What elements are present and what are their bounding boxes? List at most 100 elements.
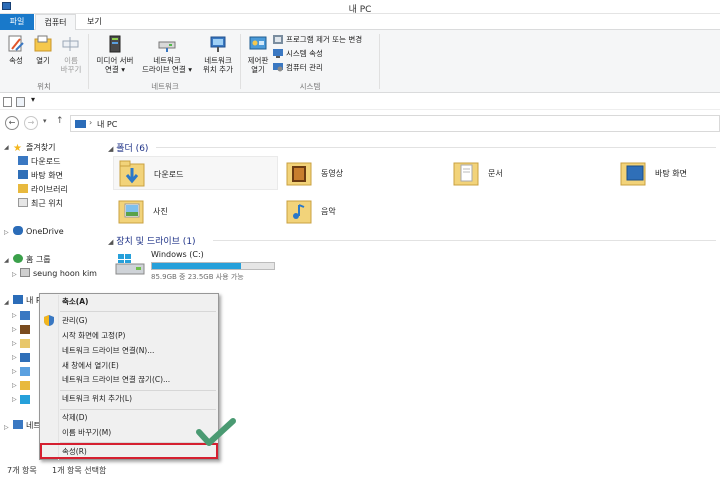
drive-usage-fill bbox=[152, 263, 242, 269]
star-icon: ★ bbox=[13, 143, 22, 154]
menu-separator bbox=[60, 390, 216, 391]
recent-locations-chevron-icon[interactable]: ▾ bbox=[43, 117, 47, 125]
collapse-arrow-icon[interactable]: ◢ bbox=[108, 145, 113, 153]
folder-item-music[interactable]: 음악 bbox=[281, 194, 441, 228]
rename-button[interactable]: 이름 바꾸기 bbox=[58, 34, 84, 74]
status-selected-count: 1개 항목 선택함 bbox=[52, 466, 107, 475]
nav-item-recent[interactable]: 최근 위치 bbox=[18, 197, 63, 210]
up-arrow-icon[interactable]: ↑ bbox=[56, 116, 64, 126]
computer-management-button[interactable]: 컴퓨터 관리 bbox=[273, 62, 323, 73]
documents-folder-icon bbox=[453, 157, 479, 187]
menu-item-delete[interactable]: 삭제(D) bbox=[62, 412, 87, 424]
media-server-button[interactable]: 미디어 서버 연결 ▾ bbox=[92, 34, 138, 74]
properties-icon bbox=[6, 34, 26, 54]
section-header-drives[interactable]: ◢ 장치 및 드라이브 (1) bbox=[108, 234, 718, 247]
expand-arrow-icon[interactable]: ▷ bbox=[12, 354, 17, 361]
windows-drive-icon[interactable] bbox=[20, 395, 30, 404]
expand-arrow-icon[interactable]: ▷ bbox=[4, 424, 9, 431]
user-avatar-icon bbox=[20, 268, 30, 277]
menu-item-open-new-window[interactable]: 새 창에서 열기(E) bbox=[62, 360, 119, 372]
expand-arrow-icon[interactable]: ◢ bbox=[4, 257, 9, 264]
menu-item-add-network-location[interactable]: 네트워크 위치 추가(L) bbox=[62, 393, 132, 405]
documents-icon[interactable] bbox=[20, 339, 30, 348]
map-network-drive-button[interactable]: 네트워크 드라이브 연결 ▾ bbox=[140, 34, 194, 74]
expand-arrow-icon[interactable]: ▷ bbox=[12, 340, 17, 347]
network-drive-icon bbox=[157, 34, 177, 54]
nav-item-desktop[interactable]: 바탕 화면 bbox=[18, 169, 63, 182]
section-divider bbox=[213, 240, 716, 241]
computer-icon bbox=[75, 120, 86, 128]
rename-icon bbox=[61, 34, 81, 54]
recent-places-icon bbox=[18, 198, 28, 207]
drive-item-windows-c[interactable]: Windows (C:) 85.9GB 중 23.5GB 사용 가능 bbox=[112, 248, 282, 282]
menu-item-collapse[interactable]: 축소(A) bbox=[62, 296, 88, 308]
media-server-icon bbox=[105, 34, 125, 54]
forward-arrow-icon[interactable]: → bbox=[24, 116, 38, 130]
downloads-icon bbox=[18, 156, 28, 165]
collapse-arrow-icon[interactable]: ◢ bbox=[108, 238, 113, 246]
nav-item-user[interactable]: seung hoon kim bbox=[20, 267, 97, 280]
tab-computer[interactable]: 컴퓨터 bbox=[35, 14, 76, 31]
new-folder-quick-icon[interactable] bbox=[16, 97, 25, 107]
expand-arrow-icon[interactable]: ▷ bbox=[12, 396, 17, 403]
desktop-icon[interactable] bbox=[20, 353, 30, 362]
videos-icon[interactable] bbox=[20, 325, 30, 334]
control-panel-button[interactable]: 제어판 열기 bbox=[243, 34, 273, 74]
menu-item-map-network-drive[interactable]: 네트워크 드라이브 연결(N)... bbox=[62, 345, 154, 357]
drive-space-info: 85.9GB 중 23.5GB 사용 가능 bbox=[151, 273, 244, 281]
computer-icon bbox=[13, 295, 23, 304]
computer-management-icon bbox=[273, 63, 283, 72]
drive-name: Windows (C:) bbox=[151, 250, 204, 259]
pictures-icon[interactable] bbox=[20, 367, 30, 376]
nav-item-downloads[interactable]: 다운로드 bbox=[18, 155, 60, 168]
pictures-folder-icon bbox=[118, 195, 144, 225]
expand-arrow-icon[interactable]: ▷ bbox=[12, 368, 17, 375]
onedrive-cloud-icon bbox=[13, 226, 23, 235]
tab-file[interactable]: 파일 bbox=[0, 14, 34, 30]
nav-item-network[interactable]: 네트 bbox=[13, 419, 41, 432]
back-arrow-icon[interactable]: ← bbox=[5, 116, 19, 130]
windows-drive-icon bbox=[114, 252, 146, 280]
open-button[interactable]: 열기 bbox=[32, 34, 54, 65]
folder-item-videos[interactable]: 동영상 bbox=[281, 156, 441, 190]
ribbon-tabs: 파일 컴퓨터 보기 bbox=[0, 14, 720, 31]
shield-icon bbox=[44, 315, 54, 328]
expand-arrow-icon[interactable]: ◢ bbox=[4, 144, 9, 151]
downloads-icon[interactable] bbox=[20, 311, 30, 320]
menu-item-disconnect-network-drive[interactable]: 네트워크 드라이브 연결 끊기(C)... bbox=[62, 374, 170, 386]
highlight-box bbox=[40, 443, 218, 459]
tab-view[interactable]: 보기 bbox=[80, 14, 109, 30]
properties-button[interactable]: 속성 bbox=[5, 34, 27, 65]
desktop-folder-icon bbox=[620, 157, 646, 187]
expand-arrow-icon[interactable]: ▷ bbox=[12, 382, 17, 389]
expand-arrow-icon[interactable]: ▷ bbox=[12, 312, 17, 319]
add-network-location-button[interactable]: 네트워크 위치 추가 bbox=[198, 34, 238, 74]
expand-arrow-icon[interactable]: ▷ bbox=[12, 271, 17, 278]
nav-item-onedrive[interactable]: OneDrive bbox=[13, 225, 64, 238]
expand-arrow-icon[interactable]: ▷ bbox=[12, 326, 17, 333]
breadcrumb-this-pc[interactable]: 내 PC bbox=[97, 119, 117, 130]
folder-item-downloads[interactable]: 다운로드 bbox=[113, 156, 278, 190]
group-label-location: 위치 bbox=[37, 82, 51, 91]
nav-item-favorites[interactable]: ★ 즐겨찾기 bbox=[13, 141, 55, 154]
nav-item-libraries[interactable]: 라이브러리 bbox=[18, 183, 68, 196]
music-icon[interactable] bbox=[20, 381, 30, 390]
menu-item-pin-to-start[interactable]: 시작 화면에 고정(P) bbox=[62, 330, 125, 342]
context-menu: 축소(A) 관리(G) 시작 화면에 고정(P) 네트워크 드라이브 연결(N)… bbox=[39, 293, 219, 460]
chevron-down-icon[interactable]: ▾ bbox=[31, 95, 35, 104]
folder-item-documents[interactable]: 문서 bbox=[448, 156, 608, 190]
section-header-folders[interactable]: ◢ 폴더 (6) bbox=[108, 141, 718, 154]
menu-item-rename[interactable]: 이름 바꾸기(M) bbox=[62, 427, 111, 439]
breadcrumb-separator-icon[interactable]: › bbox=[89, 118, 92, 127]
uninstall-program-button[interactable]: 프로그램 제거 또는 변경 bbox=[273, 34, 362, 45]
expand-arrow-icon[interactable]: ◢ bbox=[4, 299, 9, 306]
address-bar[interactable]: › 내 PC bbox=[70, 115, 720, 132]
menu-item-manage[interactable]: 관리(G) bbox=[62, 315, 87, 327]
properties-quick-icon[interactable] bbox=[3, 97, 12, 107]
folder-item-desktop[interactable]: 바탕 화면 bbox=[615, 156, 719, 190]
nav-item-homegroup[interactable]: 홈 그룹 bbox=[13, 253, 51, 266]
expand-arrow-icon[interactable]: ▷ bbox=[4, 229, 9, 236]
ribbon-divider bbox=[240, 34, 241, 89]
folder-item-pictures[interactable]: 사진 bbox=[113, 194, 278, 228]
system-properties-button[interactable]: 시스템 속성 bbox=[273, 48, 323, 59]
